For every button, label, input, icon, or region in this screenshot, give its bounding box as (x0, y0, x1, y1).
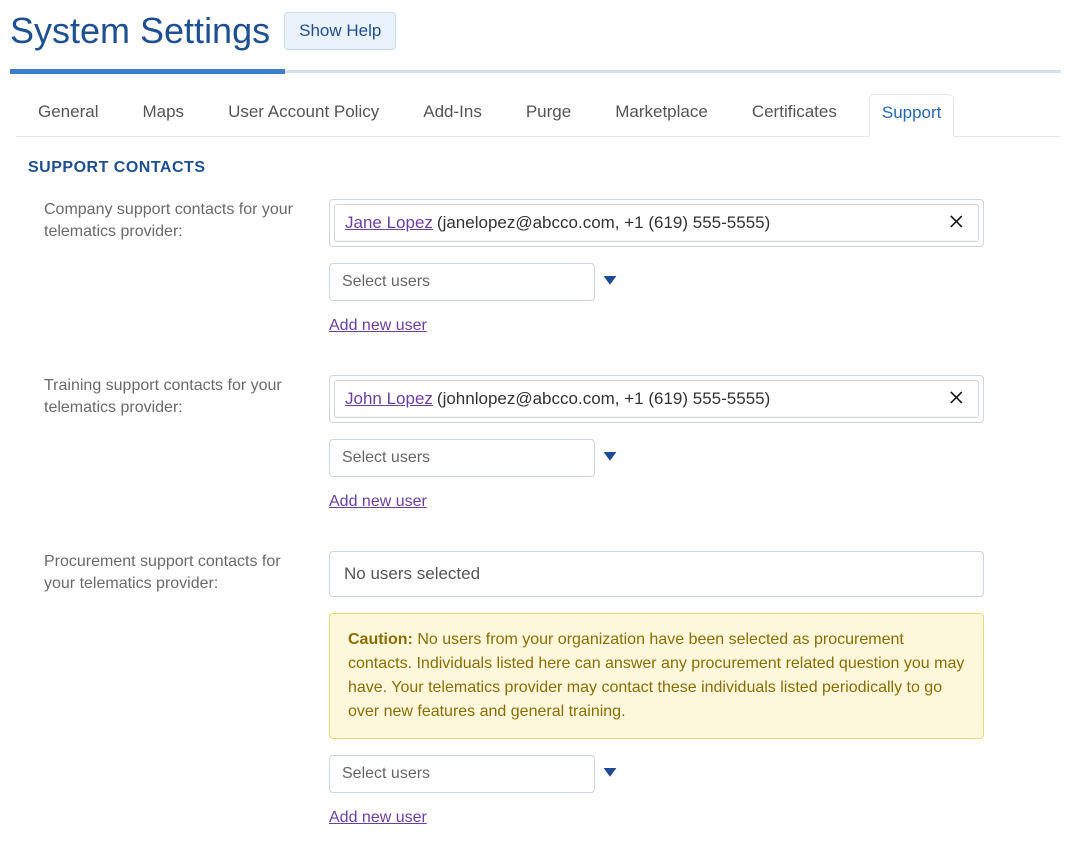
field-label-training: Training support contacts for your telem… (44, 375, 329, 511)
page-title: System Settings (10, 10, 270, 52)
divider-accent (10, 69, 285, 74)
tab-maps[interactable]: Maps (130, 94, 196, 137)
tab-purge[interactable]: Purge (514, 94, 583, 137)
tab-marketplace[interactable]: Marketplace (603, 94, 720, 137)
dropdown-caret[interactable] (601, 272, 619, 293)
add-new-user-link[interactable]: Add new user (329, 317, 427, 335)
field-label-procurement: Procurement support contacts for your te… (44, 551, 329, 827)
contact-chip: Jane Lopez (janelopez@abcco.com, +1 (619… (334, 204, 979, 242)
contact-chip: John Lopez (johnlopez@abcco.com, +1 (619… (334, 380, 979, 418)
contact-details: (janelopez@abcco.com, +1 (619) 555-5555) (437, 213, 770, 233)
tabs-bar: General Maps User Account Policy Add-Ins… (16, 73, 1061, 137)
tab-add-ins[interactable]: Add-Ins (411, 94, 494, 137)
select-users-dropdown[interactable]: Select users (329, 755, 595, 793)
add-new-user-link[interactable]: Add new user (329, 809, 427, 827)
dropdown-caret[interactable] (601, 448, 619, 469)
contact-details: (johnlopez@abcco.com, +1 (619) 555-5555) (437, 389, 770, 409)
caution-text: No users from your organization have bee… (348, 631, 964, 720)
divider-line (10, 70, 1061, 73)
close-icon (948, 388, 966, 411)
select-users-dropdown[interactable]: Select users (329, 263, 595, 301)
contact-name-link[interactable]: John Lopez (345, 389, 433, 409)
close-icon (948, 212, 966, 235)
tab-user-account-policy[interactable]: User Account Policy (216, 94, 391, 137)
tab-support[interactable]: Support (869, 94, 955, 137)
caret-down-icon (601, 764, 619, 785)
add-new-user-link[interactable]: Add new user (329, 493, 427, 511)
no-users-box: No users selected (329, 551, 984, 597)
tab-certificates[interactable]: Certificates (740, 94, 849, 137)
caret-down-icon (601, 448, 619, 469)
dropdown-caret[interactable] (601, 764, 619, 785)
section-header-support-contacts: SUPPORT CONTACTS (28, 159, 1071, 177)
select-users-dropdown[interactable]: Select users (329, 439, 595, 477)
field-company-contacts: Company support contacts for your telema… (44, 199, 1051, 335)
field-procurement-contacts: Procurement support contacts for your te… (44, 551, 1051, 827)
contact-chip-container: Jane Lopez (janelopez@abcco.com, +1 (619… (329, 199, 984, 247)
caret-down-icon (601, 272, 619, 293)
caution-box: Caution: No users from your organization… (329, 613, 984, 739)
contact-name-link[interactable]: Jane Lopez (345, 213, 433, 233)
tab-general[interactable]: General (26, 94, 110, 137)
field-training-contacts: Training support contacts for your telem… (44, 375, 1051, 511)
show-help-button[interactable]: Show Help (284, 12, 396, 50)
caution-label: Caution: (348, 631, 413, 648)
remove-contact-button[interactable] (946, 212, 968, 234)
field-label-company: Company support contacts for your telema… (44, 199, 329, 335)
remove-contact-button[interactable] (946, 388, 968, 410)
contact-chip-container: John Lopez (johnlopez@abcco.com, +1 (619… (329, 375, 984, 423)
